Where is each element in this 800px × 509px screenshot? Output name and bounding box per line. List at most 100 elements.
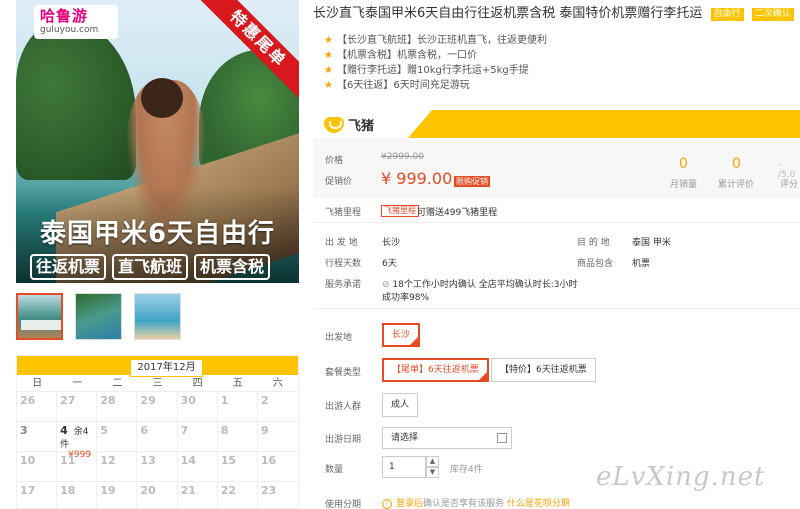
- quantity-input[interactable]: 1: [382, 456, 426, 478]
- calendar-day-number: 19: [100, 484, 116, 497]
- calendar-day-number: 7: [180, 424, 189, 437]
- calendar-day-number: 28: [100, 394, 116, 407]
- calendar-day: 3: [17, 422, 58, 452]
- calendar-day: 21: [178, 482, 218, 509]
- installment-help-link[interactable]: 什么是花呗分期: [507, 499, 570, 509]
- calendar-day-number: 11: [60, 454, 76, 467]
- badge-free-travel: 自由行: [710, 8, 744, 21]
- hero-tags: 往返机票 直飞航班 机票含税: [30, 254, 271, 280]
- calendar-day-number: 12: [100, 454, 116, 467]
- days-value: 6天: [382, 259, 397, 269]
- weekday: 一: [72, 378, 83, 389]
- product-highlights: ★ 【长沙直飞航班】长沙正班机直飞，往返更便利 ★ 【机票含税】机票含税，一口价 ★…: [324, 33, 547, 93]
- calendar-day: 1: [217, 392, 258, 422]
- promo-tag: 限购促销: [454, 176, 490, 187]
- quantity-increase-button[interactable]: ▲: [426, 456, 439, 467]
- option-date-label: 出游日期: [325, 435, 362, 445]
- includes-label: 商品包含: [577, 259, 614, 269]
- highlight-text: 【长沙直飞航班】长沙正班机直飞，往返更便利: [336, 35, 547, 46]
- product-title: 长沙直飞泰国甲米6天自由行往返机票含税 泰国特价机票赠行李托运 自由行 二次确认: [313, 5, 800, 22]
- option-departure-label: 出发地: [325, 333, 353, 343]
- highlight-item: ★ 【赠行李托运】赠10kg行李托运+5kg手提: [324, 63, 547, 78]
- calendar-day-number: 22: [220, 484, 237, 497]
- highlight-item: ★ 【机票含税】机票含税，一口价: [324, 48, 547, 63]
- departure-calendar: 2017年12月 日 一 二 三 四 五 六 26 27 28 29 30 1 2 3 4 余4件…: [16, 355, 299, 509]
- installment-label: 使用分期: [325, 500, 362, 509]
- weekday: 日: [32, 378, 43, 389]
- calendar-day: 15: [217, 452, 258, 482]
- calendar-day: 29: [137, 392, 178, 422]
- highlight-text: 【6天往返】6天时间充足游玩: [336, 80, 470, 91]
- calendar-day-number: 10: [20, 454, 36, 467]
- calendar-icon[interactable]: [497, 433, 507, 443]
- fliggy-pig-icon: [324, 116, 344, 133]
- calendar-day-number: 8: [220, 424, 229, 437]
- calendar-day-number: 9: [260, 424, 269, 437]
- travel-date-input[interactable]: 请选择: [382, 427, 512, 449]
- fliggy-band: [313, 110, 800, 138]
- calendar-day: 5: [97, 422, 138, 452]
- weekday: 六: [272, 378, 283, 389]
- destination-label: 目 的 地: [577, 238, 610, 248]
- option-group-adult[interactable]: 成人: [382, 393, 419, 417]
- service-line-1: ⊘ 18个工作小时内确认 全店平均确认时长:3小时: [382, 277, 577, 290]
- monthly-sales-label: 月销量: [670, 180, 698, 190]
- travel-date-placeholder: 请选择: [391, 433, 419, 443]
- thumbnail-2[interactable]: [75, 293, 122, 340]
- option-package-tail[interactable]: 【尾单】6天往返机票: [382, 358, 489, 382]
- calendar-day: 28: [97, 392, 138, 422]
- mileage-label: 飞猪里程: [325, 208, 362, 218]
- calendar-day: 27: [57, 392, 98, 422]
- thumbnail-1[interactable]: [16, 293, 63, 340]
- highlight-text: 【赠行李托运】赠10kg行李托运+5kg手提: [336, 65, 529, 76]
- divider: [313, 308, 800, 309]
- calendar-day: 6: [137, 422, 178, 452]
- calendar-day[interactable]: 4 余4件 ¥999: [57, 422, 98, 460]
- service-line-2: 成功率98%: [382, 293, 430, 303]
- calendar-day: 22: [218, 482, 258, 509]
- option-group-label: 出游人群: [325, 402, 362, 412]
- divider: [313, 222, 800, 223]
- calendar-day: 14: [177, 452, 218, 482]
- product-title-text: 长沙直飞泰国甲米6天自由行往返机票含税 泰国特价机票赠行李托运: [313, 6, 703, 21]
- stock-text: 库存4件: [450, 465, 483, 475]
- calendar-day: 30: [177, 392, 218, 422]
- reviews-value[interactable]: 0: [732, 156, 741, 172]
- star-icon: ★: [324, 65, 333, 76]
- photo-person-hair: [141, 78, 183, 118]
- option-qty-label: 数量: [325, 465, 344, 475]
- hero-tag: 直飞航班: [112, 254, 189, 280]
- calendar-day-number: 4: [60, 424, 68, 437]
- calendar-day: 2: [257, 392, 298, 422]
- installment-info: ! 登录后确认是否享有该服务 什么是花呗分期: [382, 496, 570, 509]
- calendar-weekdays: 日 一 二 三 四 五 六: [17, 375, 298, 392]
- calendar-day-number: 20: [140, 484, 156, 497]
- highlight-item: ★ 【6天往返】6天时间充足游玩: [324, 78, 547, 93]
- service-label: 服务承诺: [325, 280, 362, 290]
- calendar-day: 20: [137, 482, 178, 509]
- rating-label: 评分: [780, 180, 799, 190]
- weekday: 二: [112, 378, 123, 389]
- calendar-day-number: 5: [100, 424, 108, 437]
- calendar-day-number: 17: [20, 484, 36, 497]
- calendar-day-number: 30: [180, 394, 196, 407]
- calendar-day: 16: [257, 452, 298, 482]
- option-departure-changsha[interactable]: 长沙: [382, 323, 421, 347]
- calendar-month[interactable]: 2017年12月: [130, 359, 203, 377]
- calendar-day: 8: [217, 422, 258, 452]
- calendar-day-number: 26: [20, 394, 36, 407]
- departure-value: 长沙: [382, 238, 401, 248]
- login-link[interactable]: 登录后: [396, 499, 423, 509]
- calendar-day-number: 15: [220, 454, 237, 467]
- check-icon: ⊘: [382, 280, 393, 290]
- option-package-special[interactable]: 【特价】6天往返机票: [491, 358, 596, 382]
- star-icon: ★: [324, 80, 333, 91]
- calendar-day-number: 27: [60, 394, 76, 407]
- calendar-day-number: 29: [140, 394, 156, 407]
- calendar-day: 12: [97, 452, 138, 482]
- quantity-decrease-button[interactable]: ▼: [426, 467, 439, 478]
- calendar-grid: 26 27 28 29 30 1 2 3 4 余4件 ¥999 5 6 7 8 9 10 11 12 13 14 15 16…: [17, 392, 298, 509]
- calendar-day: 23: [258, 482, 298, 509]
- calendar-day: 9: [257, 422, 298, 452]
- thumbnail-3[interactable]: [134, 293, 181, 340]
